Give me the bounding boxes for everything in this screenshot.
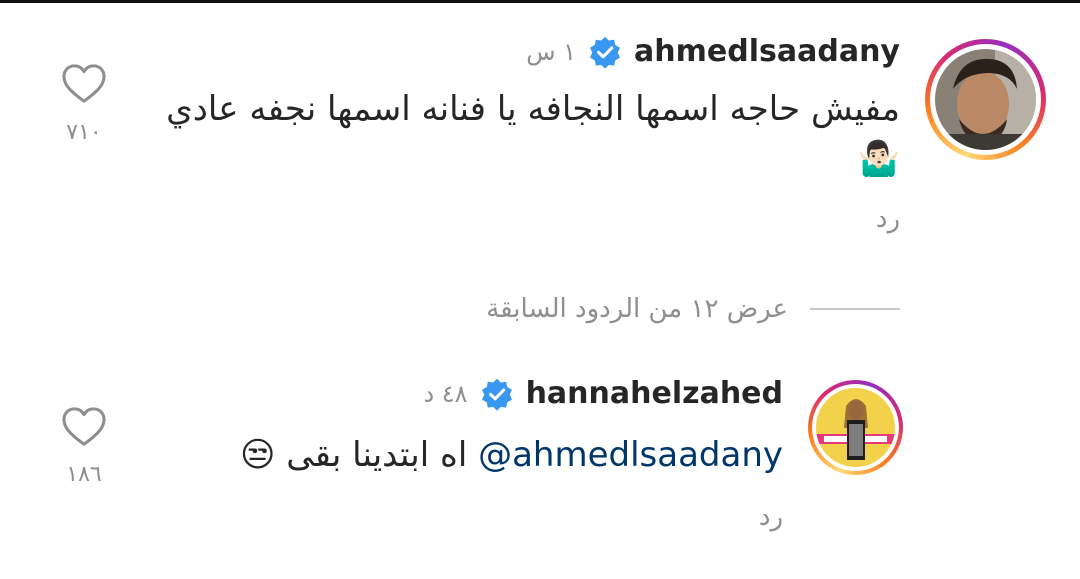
like-count: ١٨٦ [66, 462, 102, 487]
shrug-emoji: 🤷🏻‍♂️ [857, 139, 900, 179]
mention-link[interactable]: @ahmedlsaadany [478, 435, 783, 475]
view-replies-label[interactable]: عرض ١٢ من الردود السابقة [486, 294, 788, 324]
top-divider [0, 0, 1080, 3]
avatar-ring[interactable] [925, 39, 1046, 160]
verified-badge-icon [481, 378, 512, 411]
unamused-emoji: 😒 [240, 435, 276, 475]
comment-text: @ahmedlsaadany اه ابتدينا بقى 😒 [223, 430, 783, 480]
timestamp: ١ س [526, 37, 577, 66]
avatar[interactable] [816, 388, 895, 467]
comment-text: مفيش حاجه اسمها النجافه يا فنانه اسمها ن… [140, 84, 900, 184]
avatar-ring[interactable] [808, 380, 903, 475]
verified-badge-icon [590, 36, 621, 69]
username[interactable]: ahmedlsaadany [634, 34, 900, 69]
comment-text-line: مفيش حاجه اسمها النجافه يا فنانه اسمها ن… [166, 89, 900, 129]
divider-line [810, 308, 900, 310]
like-count: ٧١٠ [66, 120, 102, 145]
comment-text-body: اه ابتدينا بقى [275, 435, 479, 475]
heart-icon[interactable] [61, 406, 107, 448]
view-previous-replies[interactable]: عرض ١٢ من الردود السابقة [486, 294, 900, 324]
username[interactable]: hannahelzahed [526, 376, 783, 411]
comment-header: hannahelzahed ٤٨ د [423, 376, 783, 411]
heart-icon[interactable] [61, 63, 107, 105]
reply-button[interactable]: رد [876, 204, 900, 234]
timestamp: ٤٨ د [423, 379, 468, 408]
avatar[interactable] [935, 49, 1036, 150]
comment-header: ahmedlsaadany ١ س [526, 34, 900, 69]
reply-button[interactable]: رد [759, 502, 783, 532]
